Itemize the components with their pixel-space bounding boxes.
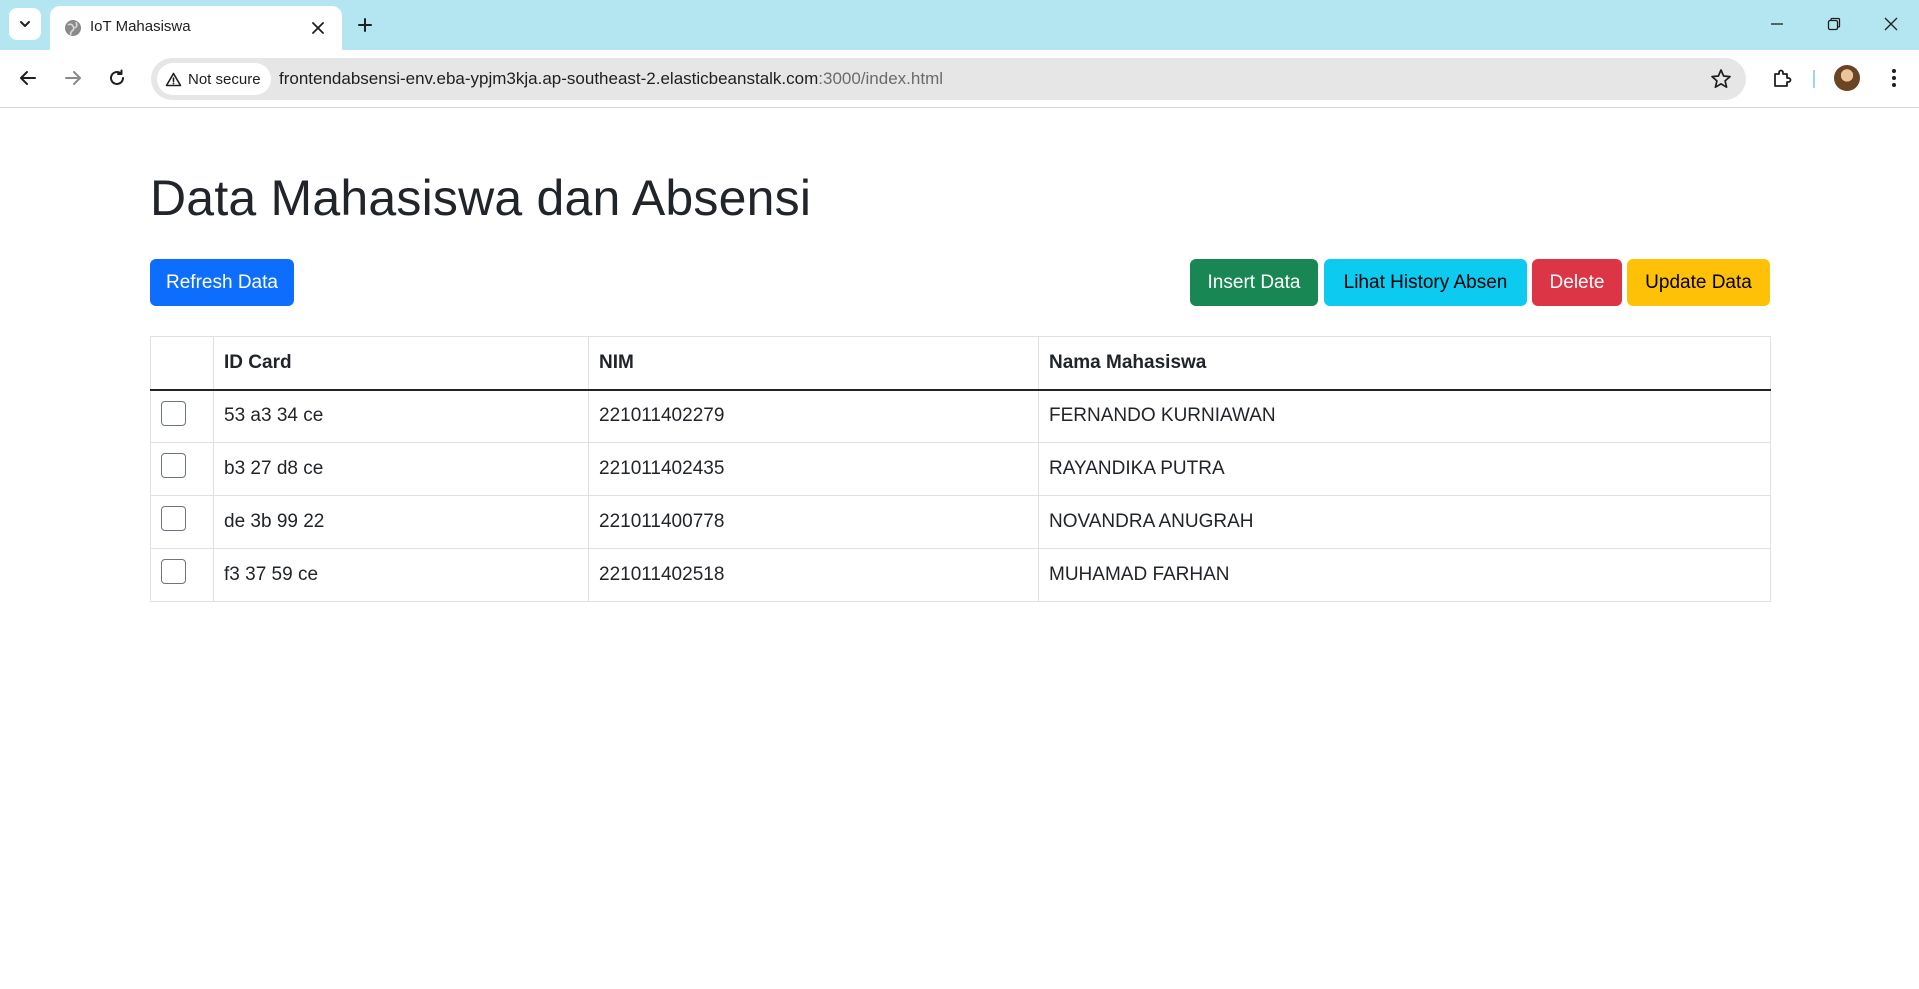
- profile-avatar[interactable]: [1834, 65, 1860, 91]
- row-checkbox[interactable]: [161, 559, 186, 585]
- address-bar[interactable]: Not secure frontendabsensi-env.eba-ypjm3…: [151, 58, 1746, 100]
- header-select: [150, 336, 214, 391]
- row-checkbox[interactable]: [161, 453, 186, 479]
- refresh-data-button[interactable]: Refresh Data: [150, 259, 294, 306]
- restore-icon: [1827, 17, 1841, 31]
- cell-nama: MUHAMAD FARHAN: [1038, 548, 1771, 602]
- security-chip[interactable]: Not secure: [157, 63, 271, 95]
- cell-id-card: 53 a3 34 ce: [213, 389, 589, 443]
- row-checkbox[interactable]: [161, 400, 186, 426]
- cell-nim: 221011402279: [588, 389, 1039, 443]
- row-select-cell: [150, 548, 214, 602]
- student-table: ID Card NIM Nama Mahasiswa 53 a3 34 ce 2…: [150, 336, 1771, 602]
- page-title: Data Mahasiswa dan Absensi: [150, 170, 812, 226]
- cell-nim: 221011400778: [588, 495, 1039, 549]
- cell-nama: FERNANDO KURNIAWAN: [1038, 389, 1771, 443]
- chevron-down-icon: [20, 21, 30, 27]
- new-tab-button[interactable]: [352, 12, 378, 38]
- reload-button[interactable]: [101, 62, 133, 94]
- puzzle-icon: [1774, 69, 1792, 87]
- tab-search-button[interactable]: [9, 8, 41, 40]
- toolbar-separator: [1813, 70, 1815, 88]
- table-row: 53 a3 34 ce 221011402279 FERNANDO KURNIA…: [150, 389, 1771, 443]
- plus-icon: [358, 18, 372, 32]
- reload-icon: [110, 69, 124, 85]
- close-window-button[interactable]: [1871, 10, 1911, 38]
- table-header-row: ID Card NIM Nama Mahasiswa: [150, 336, 1771, 391]
- tab-title: IoT Mahasiswa: [90, 18, 191, 35]
- cell-nim: 221011402518: [588, 548, 1039, 602]
- cell-id-card: b3 27 d8 ce: [213, 442, 589, 496]
- browser-tab-active[interactable]: IoT Mahasiswa: [50, 6, 342, 50]
- insert-data-button[interactable]: Insert Data: [1190, 259, 1318, 306]
- tab-close-button[interactable]: [308, 18, 328, 38]
- minimize-button[interactable]: [1757, 10, 1797, 38]
- header-nim: NIM: [588, 336, 1039, 391]
- row-checkbox[interactable]: [161, 506, 186, 532]
- row-select-cell: [150, 389, 214, 443]
- url-path: :3000/index.html: [818, 69, 944, 88]
- cell-nama: NOVANDRA ANUGRAH: [1038, 495, 1771, 549]
- arrow-left-icon: [20, 71, 36, 85]
- table-row: de 3b 99 22 221011400778 NOVANDRA ANUGRA…: [150, 495, 1771, 549]
- update-data-button[interactable]: Update Data: [1627, 259, 1770, 306]
- browser-tab-strip: IoT Mahasiswa: [0, 0, 1919, 50]
- delete-button[interactable]: Delete: [1532, 259, 1622, 306]
- header-nama: Nama Mahasiswa: [1038, 336, 1771, 391]
- row-select-cell: [150, 495, 214, 549]
- history-absen-button[interactable]: Lihat History Absen: [1324, 259, 1527, 306]
- extensions-button[interactable]: [1766, 62, 1798, 94]
- table-row: b3 27 d8 ce 221011402435 RAYANDIKA PUTRA: [150, 442, 1771, 496]
- cell-nama: RAYANDIKA PUTRA: [1038, 442, 1771, 496]
- warning-icon: [165, 72, 182, 86]
- header-id-card: ID Card: [213, 336, 589, 391]
- browser-menu-button[interactable]: [1880, 62, 1908, 94]
- url-text[interactable]: frontendabsensi-env.eba-ypjm3kja.ap-sout…: [279, 69, 943, 89]
- cell-id-card: de 3b 99 22: [213, 495, 589, 549]
- page-content: Data Mahasiswa dan Absensi Refresh Data …: [0, 109, 1919, 989]
- back-button[interactable]: [12, 62, 44, 94]
- cell-id-card: f3 37 59 ce: [213, 548, 589, 602]
- bookmark-star-icon[interactable]: [1710, 68, 1732, 90]
- minimize-icon: [1771, 23, 1783, 25]
- cell-nim: 221011402435: [588, 442, 1039, 496]
- forward-button[interactable]: [57, 62, 89, 94]
- url-host: frontendabsensi-env.eba-ypjm3kja.ap-sout…: [279, 69, 819, 88]
- table-row: f3 37 59 ce 221011402518 MUHAMAD FARHAN: [150, 548, 1771, 602]
- browser-toolbar: Not secure frontendabsensi-env.eba-ypjm3…: [0, 50, 1919, 108]
- kebab-menu-icon: [1892, 69, 1896, 87]
- row-select-cell: [150, 442, 214, 496]
- close-window-icon: [1884, 17, 1898, 31]
- security-label: Not secure: [188, 70, 261, 88]
- restore-button[interactable]: [1814, 10, 1854, 38]
- close-icon: [312, 22, 324, 34]
- arrow-right-icon: [65, 71, 81, 85]
- globe-icon: [65, 20, 81, 36]
